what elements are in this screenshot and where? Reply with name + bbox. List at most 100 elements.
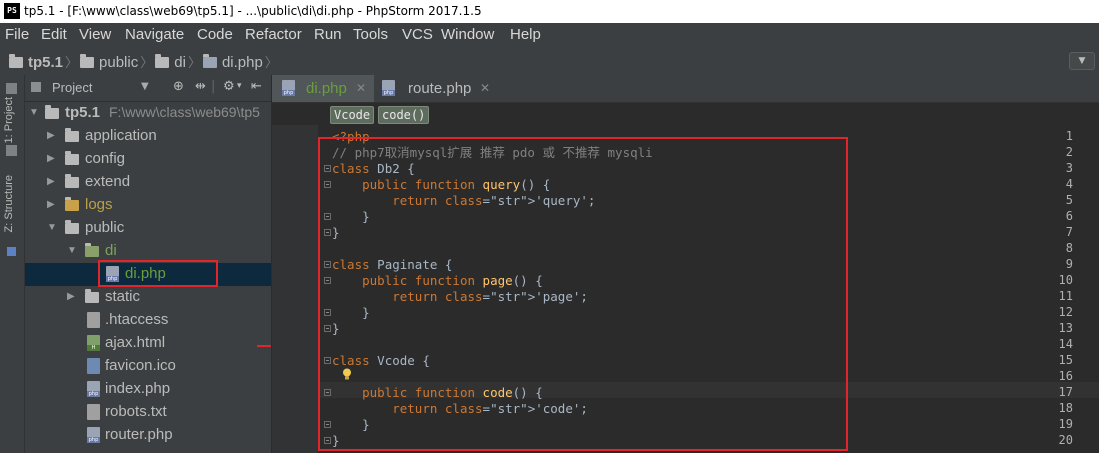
menu-vcs[interactable]: VCS: [402, 26, 433, 43]
view-dropdown-icon[interactable]: ▼: [141, 81, 149, 92]
fold-marker-icon[interactable]: [324, 437, 331, 444]
fold-marker-icon[interactable]: [324, 165, 331, 172]
project-tool-small-icon: [6, 145, 17, 156]
run-config-dropdown-button[interactable]: ▼: [1069, 52, 1095, 70]
line-number: 8: [1065, 241, 1073, 255]
line-number: 1: [1065, 129, 1073, 143]
folder-icon: [80, 54, 95, 68]
line-number: 7: [1065, 225, 1073, 239]
settings-gear-icon[interactable]: ⚙: [223, 79, 235, 94]
php-file-icon: [202, 54, 217, 68]
fold-marker-icon[interactable]: [324, 229, 331, 236]
line-number: 14: [1058, 337, 1073, 351]
editor-tabs: php di.php ✕ php route.php ✕: [272, 75, 1099, 103]
tree-item-htaccess[interactable]: .htaccess: [25, 309, 271, 332]
tree-item-public[interactable]: ▼ public: [25, 217, 271, 240]
breadcrumb-item-public[interactable]: public: [99, 54, 138, 71]
line-number: 18: [1058, 401, 1073, 415]
menu-file[interactable]: File: [5, 26, 29, 43]
tab-di-php[interactable]: php di.php ✕: [272, 75, 374, 102]
chevron-right-icon: 〉: [65, 55, 79, 70]
menu-help[interactable]: Help: [510, 26, 541, 43]
collapsed-arrow-icon[interactable]: ▶: [47, 130, 55, 141]
collapsed-arrow-icon[interactable]: ▶: [47, 176, 55, 187]
collapsed-arrow-icon[interactable]: ▶: [47, 153, 55, 164]
collapsed-arrow-icon[interactable]: ▶: [67, 291, 75, 302]
highlight-box-di-php: [98, 260, 218, 287]
tab-route-php[interactable]: php route.php ✕: [374, 75, 494, 102]
menu-edit[interactable]: Edit: [41, 26, 67, 43]
line-number: 12: [1058, 305, 1073, 319]
fold-marker-icon[interactable]: [324, 309, 331, 316]
tree-label-favicon: favicon.ico: [105, 357, 176, 374]
chevron-right-icon: 〉: [264, 55, 278, 70]
php-file-icon: php: [87, 381, 100, 397]
tree-label-extend: extend: [85, 173, 131, 190]
tree-item-static[interactable]: ▶ static: [25, 286, 271, 309]
settings-dropdown-icon[interactable]: ▾: [237, 81, 242, 91]
tree-label-root: tp5.1: [65, 104, 101, 121]
close-icon[interactable]: ✕: [480, 81, 490, 95]
php-file-icon: php: [282, 80, 295, 96]
struct-crumb-code[interactable]: code(): [378, 106, 430, 124]
tree-item-router-php[interactable]: php router.php: [25, 424, 271, 447]
tree-item-index-php[interactable]: php index.php: [25, 378, 271, 401]
line-number: 19: [1058, 417, 1073, 431]
toolbar-divider: |: [211, 79, 216, 94]
fold-marker-icon[interactable]: [324, 213, 331, 220]
root-path: F:\www\class\web69\tp5: [109, 104, 260, 120]
menu-navigate[interactable]: Navigate: [125, 26, 184, 43]
menu-code[interactable]: Code: [197, 26, 233, 43]
tree-item-extend[interactable]: ▶ extend: [25, 171, 271, 194]
struct-crumb-vcode[interactable]: Vcode: [330, 106, 375, 124]
tree-label-logs: logs: [85, 196, 113, 213]
fold-marker-icon[interactable]: [324, 277, 331, 284]
fold-marker-icon[interactable]: [324, 181, 331, 188]
breadcrumb-item-tp51[interactable]: tp5.1: [28, 54, 63, 71]
tree-item-config[interactable]: ▶ config: [25, 148, 271, 171]
menu-window[interactable]: Window: [441, 26, 494, 43]
project-view-selector[interactable]: Project: [52, 80, 92, 95]
tree-item-application[interactable]: ▶ application: [25, 125, 271, 148]
folder-icon: [155, 54, 170, 68]
menu-tools[interactable]: Tools: [353, 26, 388, 43]
hide-panel-icon[interactable]: ⇤: [251, 79, 262, 94]
tree-item-logs[interactable]: ▶ logs: [25, 194, 271, 217]
folder-icon: [65, 174, 79, 188]
line-number: 11: [1058, 289, 1073, 303]
tree-item-robots[interactable]: robots.txt: [25, 401, 271, 424]
fold-marker-icon[interactable]: [324, 357, 331, 364]
expanded-arrow-icon[interactable]: ▼: [47, 222, 57, 233]
phpstorm-app-icon: PS: [4, 3, 20, 19]
breadcrumb-item-di[interactable]: di: [174, 54, 186, 71]
php-file-icon: php: [382, 80, 395, 96]
menu-refactor[interactable]: Refactor: [245, 26, 302, 43]
chevron-right-icon: 〉: [140, 55, 154, 70]
expanded-arrow-icon[interactable]: ▼: [29, 107, 39, 118]
collapsed-arrow-icon[interactable]: ▶: [47, 199, 55, 210]
menu-run[interactable]: Run: [314, 26, 342, 43]
project-tool-tab[interactable]: 1: Project: [3, 97, 15, 143]
fold-marker-icon[interactable]: [324, 325, 331, 332]
fold-marker-icon[interactable]: [324, 421, 331, 428]
folder-icon: [45, 105, 59, 119]
tree-item-ajax-html[interactable]: H ajax.html: [25, 332, 271, 355]
tree-label-router-php: router.php: [105, 426, 173, 443]
breadcrumb-item-di-php[interactable]: di.php: [222, 54, 263, 71]
folder-icon: [85, 243, 99, 257]
structure-tool-tab[interactable]: Z: Structure: [3, 175, 15, 232]
fold-marker-icon[interactable]: [324, 261, 331, 268]
scroll-from-source-icon[interactable]: ⊕: [173, 79, 184, 94]
tree-label-robots: robots.txt: [105, 403, 167, 420]
fold-marker-icon[interactable]: [324, 389, 331, 396]
tree-item-root[interactable]: ▼ tp5.1 F:\www\class\web69\tp5: [25, 102, 271, 125]
tab-label-di-php: di.php: [306, 80, 347, 97]
image-file-icon: [87, 358, 100, 374]
line-number: 9: [1065, 257, 1073, 271]
close-icon[interactable]: ✕: [356, 81, 366, 95]
collapse-all-icon[interactable]: ⇹: [195, 79, 206, 94]
tree-item-favicon[interactable]: favicon.ico: [25, 355, 271, 378]
expanded-arrow-icon[interactable]: ▼: [67, 245, 77, 256]
menu-view[interactable]: View: [79, 26, 111, 43]
tree-label-index-php: index.php: [105, 380, 171, 397]
